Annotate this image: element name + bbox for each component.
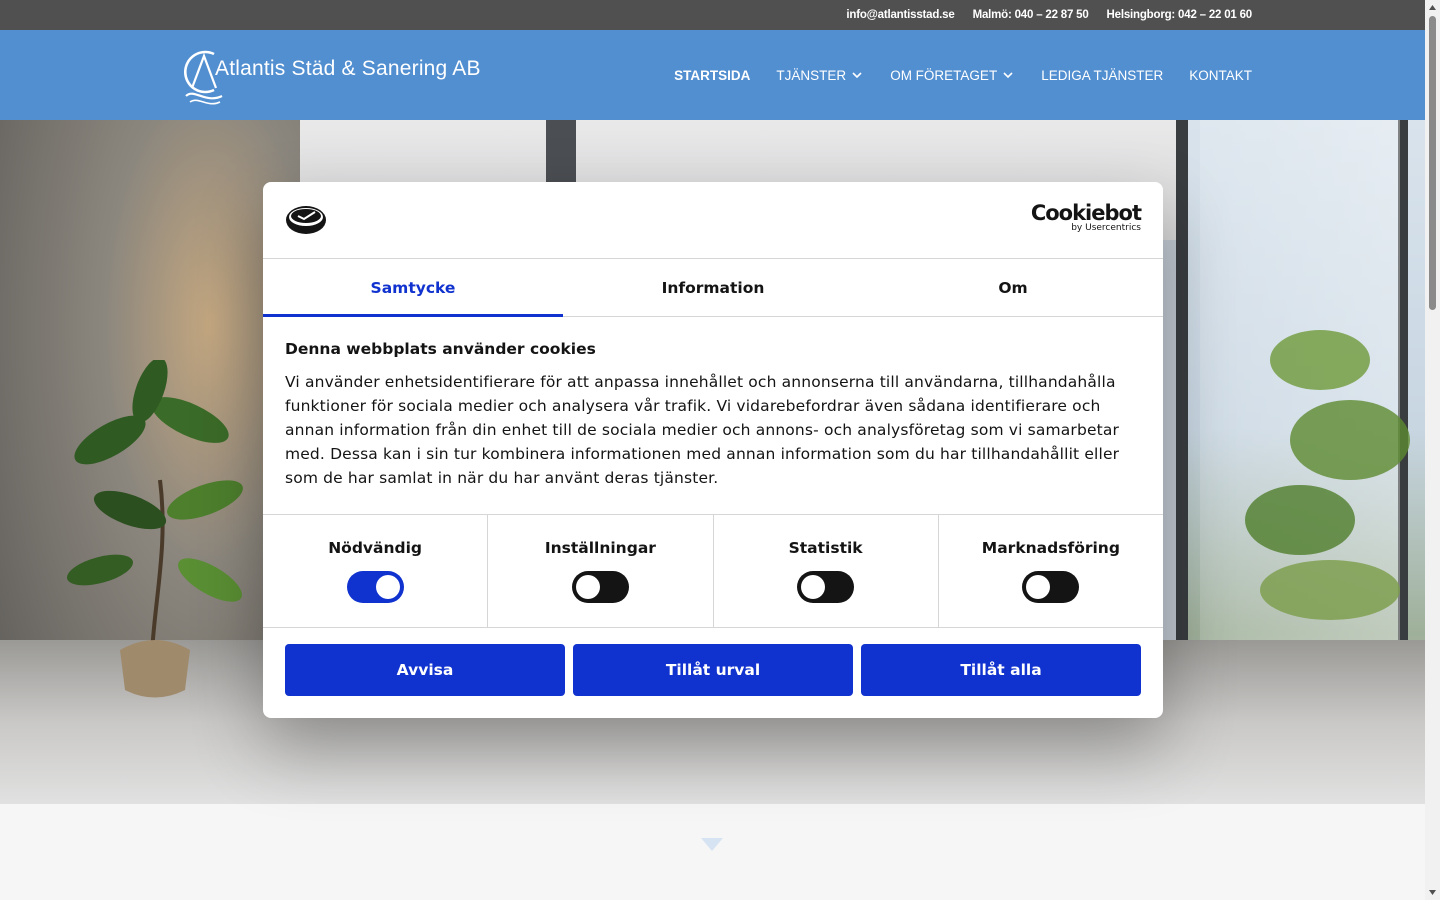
logo-text: Atlantis Städ & Sanering AB xyxy=(215,57,481,80)
tab-information[interactable]: Information xyxy=(563,259,863,316)
toggle-knob xyxy=(1026,575,1051,599)
toggle-marknadsforing[interactable] xyxy=(1022,571,1080,603)
site-header: Atlantis Städ & Sanering AB STARTSIDA TJ… xyxy=(0,30,1425,120)
category-label: Marknadsföring xyxy=(981,539,1120,557)
nav-label: STARTSIDA xyxy=(674,67,751,83)
toggle-statistik[interactable] xyxy=(797,571,855,603)
email-link[interactable]: info@atlantisstad.se xyxy=(846,9,954,21)
scroll-up-icon[interactable] xyxy=(1428,3,1437,12)
dialog-header: Cookiebot by Usercentrics xyxy=(263,182,1163,259)
nav-label: LEDIGA TJÄNSTER xyxy=(1041,67,1164,83)
main-nav: STARTSIDA TJÄNSTER OM FÖRETAGET LEDIGA T… xyxy=(674,30,1252,120)
allow-all-button[interactable]: Tillåt alla xyxy=(861,644,1141,696)
nav-label: TJÄNSTER xyxy=(776,67,847,83)
phone-malmo[interactable]: Malmö: 040 – 22 87 50 xyxy=(973,9,1089,21)
cookiebot-logo-text: Cookiebot xyxy=(1030,201,1142,225)
category-statistik: Statistik xyxy=(714,515,939,627)
category-installningar: Inställningar xyxy=(488,515,714,627)
tab-om[interactable]: Om xyxy=(863,259,1163,316)
dialog-body: Denna webbplats använder cookies Vi anvä… xyxy=(285,340,1141,490)
dialog-tabs: Samtycke Information Om xyxy=(263,259,1163,317)
scroll-down-icon[interactable] xyxy=(1428,888,1437,897)
dialog-description: Vi använder enhetsidentifierare för att … xyxy=(285,373,1120,487)
nav-kontakt[interactable]: KONTAKT xyxy=(1189,68,1252,83)
chevron-down-icon xyxy=(1003,72,1013,79)
toggle-nodvandig[interactable] xyxy=(346,571,404,603)
toggle-knob xyxy=(801,575,826,599)
nav-label: OM FÖRETAGET xyxy=(890,67,998,83)
nav-om-foretaget[interactable]: OM FÖRETAGET xyxy=(890,68,1015,83)
category-label: Statistik xyxy=(788,539,863,557)
toggle-installningar[interactable] xyxy=(571,571,629,603)
nav-tjanster[interactable]: TJÄNSTER xyxy=(776,68,864,83)
toggle-knob xyxy=(375,575,400,599)
nav-label: KONTAKT xyxy=(1189,67,1252,83)
category-nodvandig: Nödvändig xyxy=(263,515,489,627)
dialog-title: Denna webbplats använder cookies xyxy=(285,340,596,358)
plant-icon xyxy=(66,360,243,698)
cookie-consent-dialog: Cookiebot by Usercentrics Samtycke Infor… xyxy=(263,182,1163,718)
site-logo[interactable]: Atlantis Städ & Sanering AB xyxy=(180,44,481,106)
cookiebot-brand[interactable]: Cookiebot by Usercentrics xyxy=(1030,201,1142,233)
allow-selection-button[interactable]: Tillåt urval xyxy=(573,644,853,696)
scroll-down-arrow-icon[interactable] xyxy=(701,838,723,852)
scrollbar-thumb[interactable] xyxy=(1429,16,1436,310)
deny-button[interactable]: Avvisa xyxy=(285,644,565,696)
top-contact-bar: info@atlantisstad.se Malmö: 040 – 22 87 … xyxy=(0,0,1425,30)
nav-lediga-tjanster[interactable]: LEDIGA TJÄNSTER xyxy=(1041,68,1163,83)
category-marknadsforing: Marknadsföring xyxy=(939,515,1163,627)
page-scrollbar[interactable] xyxy=(1425,0,1440,900)
plant-icon xyxy=(1245,330,1410,620)
chevron-down-icon xyxy=(852,72,862,79)
consent-categories: Nödvändig Inställningar Statistik Markna… xyxy=(263,514,1163,628)
content-section xyxy=(0,804,1425,900)
nav-startsida[interactable]: STARTSIDA xyxy=(674,68,750,83)
tab-samtycke[interactable]: Samtycke xyxy=(263,259,563,317)
phone-helsingborg[interactable]: Helsingborg: 042 – 22 01 60 xyxy=(1107,9,1253,21)
toggle-knob xyxy=(575,575,600,599)
category-label: Inställningar xyxy=(544,539,656,557)
cookie-logo-icon xyxy=(286,206,326,234)
category-label: Nödvändig xyxy=(328,539,423,557)
dialog-buttons: Avvisa Tillåt urval Tillåt alla xyxy=(285,644,1141,696)
